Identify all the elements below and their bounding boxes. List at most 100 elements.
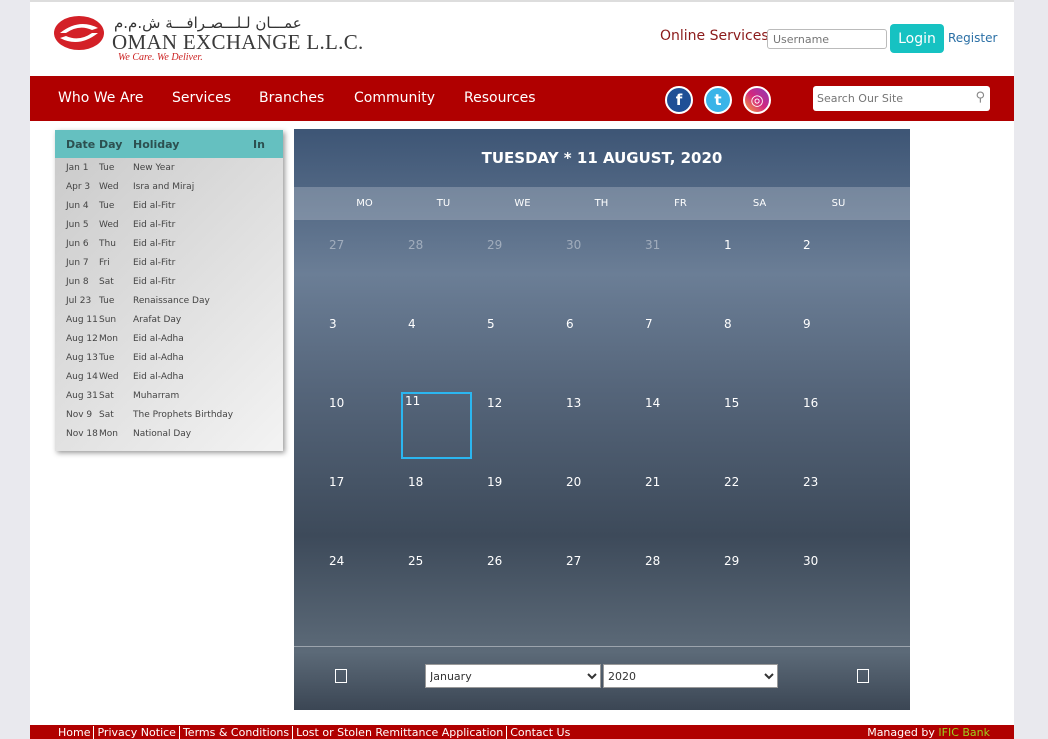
holiday-cell: Arafat Day [133,314,182,325]
year-select[interactable]: 2020 [603,664,778,688]
holiday-cell: Sat [99,276,114,287]
col-day: Day [99,137,123,151]
weekday-label: SA [752,198,767,209]
weekday-label: WE [514,198,531,209]
calendar-day[interactable]: 3 [322,309,401,388]
calendar-day[interactable]: 11 [401,392,472,459]
calendar-day[interactable]: 28 [638,546,717,625]
holiday-cell: Mon [99,333,118,344]
calendar-day[interactable]: 24 [322,546,401,625]
holiday-cell: National Day [133,428,192,439]
holiday-row: Jun 7 Fri Eid al-Fitr [55,253,283,272]
holiday-cell: Jul 23 [66,295,92,306]
next-month-button[interactable] [857,669,869,683]
calendar-day[interactable]: 16 [796,388,875,467]
holiday-cell: Aug 11 [66,314,98,325]
calendar-day[interactable]: 30 [796,546,875,625]
month-select[interactable]: January [425,664,601,688]
holiday-cell: Jun 7 [66,257,89,268]
ific-bank-link[interactable]: IFIC Bank [938,726,990,739]
holiday-row: Jun 8 Sat Eid al-Fitr [55,272,283,291]
nav-services[interactable]: Services [172,90,231,106]
holiday-cell: Fri [99,257,110,268]
holiday-cell: Aug 13 [66,352,98,363]
calendar-day[interactable]: 20 [559,467,638,546]
calendar-grid: 27 28 29 30 31 1 2 3 4 5 6 7 8 9 10 11 12 13 14 15 16 17 18 19 2… [294,220,910,625]
weekday-label: SU [831,198,846,209]
calendar-day[interactable]: 5 [480,309,559,388]
register-link[interactable]: Register [948,31,997,45]
calendar-day[interactable]: 4 [401,309,480,388]
tagline: We Care. We Deliver. [118,52,203,63]
holiday-cell: Aug 31 [66,390,98,401]
calendar-day[interactable]: 30 [559,230,638,309]
calendar-day[interactable]: 8 [717,309,796,388]
calendar-day[interactable]: 17 [322,467,401,546]
nav-branches[interactable]: Branches [259,90,324,106]
calendar-day[interactable]: 1 [717,230,796,309]
calendar-day[interactable]: 19 [480,467,559,546]
calendar-day[interactable]: 27 [322,230,401,309]
twitter-icon[interactable]: t [704,86,732,114]
holiday-cell: Renaissance Day [133,295,210,306]
main-nav: Who We Are Services Branches Community R… [30,76,1014,121]
holiday-row: Aug 11 Sun Arafat Day [55,310,283,329]
holiday-cell: Tue [99,200,115,211]
username-input[interactable] [767,29,887,49]
calendar-title: TUESDAY * 11 AUGUST, 2020 [481,149,723,167]
search-icon[interactable]: ⚲ [975,90,985,105]
calendar-day[interactable]: 12 [480,388,559,467]
calendar-day[interactable]: 14 [638,388,717,467]
footer-link[interactable]: Terms & Conditions [179,726,294,739]
instagram-icon[interactable]: ◎ [743,86,771,114]
holiday-cell: Eid al-Fitr [133,257,176,268]
footer-link[interactable]: Contact Us [507,726,573,739]
calendar-day[interactable]: 28 [401,230,480,309]
footer-link[interactable]: Privacy Notice [94,726,180,739]
prev-month-button[interactable] [335,669,347,683]
nav-who-we-are[interactable]: Who We Are [58,90,143,106]
holiday-cell: Nov 9 [66,409,93,420]
footer-link[interactable]: Home [55,726,95,739]
nav-resources[interactable]: Resources [464,90,536,106]
calendar-day[interactable]: 27 [559,546,638,625]
calendar-day[interactable]: 26 [480,546,559,625]
weekday-label: FR [674,198,687,209]
calendar-day[interactable]: 29 [717,546,796,625]
calendar-day[interactable]: 9 [796,309,875,388]
holiday-cell: Nov 18 [66,428,98,439]
calendar-day[interactable]: 2 [796,230,875,309]
holiday-cell: Apr 3 [66,181,91,192]
calendar-day[interactable]: 21 [638,467,717,546]
footer: Home Privacy Notice Terms & Conditions Lost… [30,725,1014,739]
search-input[interactable] [813,86,963,111]
holiday-row: Aug 12 Mon Eid al-Adha [55,329,283,348]
facebook-icon[interactable]: f [665,86,693,114]
holiday-cell: Jun 6 [66,238,89,249]
holiday-cell: Eid al-Fitr [133,238,176,249]
managed-by-label: Managed by [867,726,935,739]
holiday-row: Nov 18 Mon National Day [55,424,283,443]
calendar-day[interactable]: 31 [638,230,717,309]
holiday-cell: Sun [99,314,117,325]
calendar-day[interactable]: 23 [796,467,875,546]
calendar-day[interactable]: 22 [717,467,796,546]
logo[interactable]: عمـــان لـلـــصـرافـــة ش.م.م OMAN EXCHA… [52,14,363,64]
holiday-cell: New Year [133,162,175,173]
calendar-day[interactable]: 18 [401,467,480,546]
holiday-row: Jun 5 Wed Eid al-Fitr [55,215,283,234]
holiday-cell: Aug 12 [66,333,98,344]
login-button[interactable]: Login [890,24,944,53]
nav-community[interactable]: Community [354,90,435,106]
holiday-cell: Aug 14 [66,371,98,382]
calendar-day[interactable]: 25 [401,546,480,625]
calendar-day[interactable]: 29 [480,230,559,309]
calendar-day[interactable]: 15 [717,388,796,467]
calendar-day[interactable]: 6 [559,309,638,388]
holiday-row: Jun 4 Tue Eid al-Fitr [55,196,283,215]
calendar-day[interactable]: 10 [322,388,401,467]
calendar-day[interactable]: 7 [638,309,717,388]
footer-link[interactable]: Lost or Stolen Remittance Application [293,726,508,739]
calendar-day[interactable]: 13 [559,388,638,467]
col-date: Date [66,137,96,151]
